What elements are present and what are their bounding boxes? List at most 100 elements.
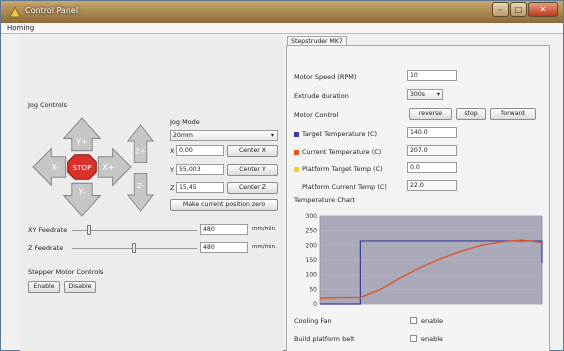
make-zero-button[interactable]: Make current position zero bbox=[170, 199, 278, 211]
title-bar[interactable]: Control Panel – □ ✕ bbox=[1, 1, 563, 23]
platform-current-field: 22.0 bbox=[407, 180, 457, 191]
jog-mode-select[interactable]: 20mm ▾ bbox=[170, 130, 278, 141]
maximize-button[interactable]: □ bbox=[510, 2, 527, 17]
reverse-button[interactable]: reverse bbox=[409, 108, 452, 120]
stepper-controls-label: Stepper Motor Controls bbox=[28, 268, 104, 276]
enable-button[interactable]: Enable bbox=[28, 281, 60, 293]
maximize-icon: □ bbox=[514, 5, 523, 14]
center-x-button[interactable]: Center X bbox=[227, 145, 278, 157]
chart-y-axis: 300 250 200 150 100 50 0 bbox=[306, 213, 318, 308]
stop-motor-button[interactable]: stop bbox=[456, 108, 486, 120]
z-position-field[interactable]: 15,45 bbox=[176, 182, 224, 193]
extrude-duration-label: Extrude duration bbox=[294, 92, 349, 100]
main-window: Control Panel – □ ✕ Homing Jog Controls … bbox=[0, 0, 564, 351]
app-icon bbox=[9, 6, 21, 18]
jog-mode-label: Jog Mode bbox=[170, 118, 200, 126]
chevron-down-icon: ▾ bbox=[436, 91, 440, 98]
minimize-icon: – bbox=[498, 5, 503, 14]
platform-target-swatch bbox=[294, 167, 299, 172]
disable-button[interactable]: Disable bbox=[64, 281, 96, 293]
z-minus-button[interactable]: Z- bbox=[127, 172, 154, 212]
y-minus-button[interactable]: Y- bbox=[62, 182, 102, 217]
current-temp-field: 207.0 bbox=[407, 145, 457, 156]
chevron-down-icon: ▾ bbox=[270, 132, 274, 139]
temperature-chart: 300 250 200 150 100 50 0 bbox=[306, 213, 543, 308]
target-temp-swatch bbox=[294, 132, 299, 137]
forward-button[interactable]: forward bbox=[490, 108, 536, 120]
extrude-duration-select[interactable]: 300s ▾ bbox=[407, 89, 443, 100]
build-platform-checkbox[interactable] bbox=[410, 335, 417, 342]
chart-y-tick-label: 250 bbox=[306, 228, 318, 235]
xy-feedrate-field[interactable]: 480 bbox=[200, 224, 248, 235]
homing-panel: Jog Controls Y+ Y- X- X+ STOP Z+ Z- Jog … bbox=[20, 36, 283, 351]
y-plus-button[interactable]: Y+ bbox=[62, 117, 102, 152]
chart-y-tick-label: 150 bbox=[306, 257, 318, 264]
window-title: Control Panel bbox=[25, 6, 79, 15]
motor-speed-field[interactable]: 10 bbox=[407, 70, 457, 81]
z-position-value: 15,45 bbox=[179, 184, 197, 191]
tab-bar: Homing bbox=[1, 23, 563, 34]
cooling-fan-checkbox[interactable] bbox=[410, 317, 417, 324]
current-temp-swatch bbox=[294, 150, 299, 155]
z-feedrate-value: 480 bbox=[203, 244, 215, 251]
x-minus-label: X- bbox=[51, 162, 59, 172]
xy-feedrate-label: XY Feedrate bbox=[28, 226, 68, 234]
xy-jog-pad: Y+ Y- X- X+ STOP bbox=[32, 117, 132, 217]
y-minus-label: Y- bbox=[78, 187, 86, 197]
z-minus-label: Z- bbox=[137, 181, 145, 190]
extrude-duration-value: 300s bbox=[410, 91, 426, 98]
tab-homing[interactable]: Homing bbox=[7, 24, 34, 32]
y-position-value: 55,003 bbox=[179, 166, 201, 173]
target-temp-field[interactable]: 140.0 bbox=[407, 127, 457, 138]
cooling-fan-check-label: enable bbox=[421, 317, 444, 325]
minimize-button[interactable]: – bbox=[492, 2, 509, 17]
center-z-button[interactable]: Center Z bbox=[227, 182, 278, 194]
platform-target-field[interactable]: 0.0 bbox=[407, 162, 457, 173]
z-jog-pad: Z+ Z- bbox=[127, 124, 154, 212]
chart-y-tick-label: 0 bbox=[313, 301, 317, 308]
cooling-fan-label: Cooling Fan bbox=[294, 317, 332, 325]
chart-y-tick-label: 50 bbox=[309, 286, 317, 293]
z-plus-label: Z+ bbox=[135, 147, 146, 156]
y-plus-label: Y+ bbox=[75, 137, 88, 147]
x-position-value: 0,00 bbox=[179, 147, 193, 154]
xy-feedrate-slider-handle[interactable] bbox=[87, 225, 91, 235]
jog-mode-value: 20mm bbox=[173, 132, 193, 139]
target-temp-label: Target Temperature (C) bbox=[302, 130, 378, 138]
x-plus-label: X+ bbox=[102, 162, 114, 172]
chart-y-tick-label: 300 bbox=[306, 213, 318, 220]
close-button[interactable]: ✕ bbox=[528, 2, 558, 17]
z-plus-button[interactable]: Z+ bbox=[127, 124, 154, 164]
x-minus-button[interactable]: X- bbox=[32, 147, 67, 187]
z-feedrate-label: Z Feedrate bbox=[28, 244, 64, 252]
center-y-button[interactable]: Center Y bbox=[227, 164, 278, 176]
stop-button[interactable]: STOP bbox=[67, 154, 97, 180]
stop-label: STOP bbox=[73, 163, 92, 172]
z-axis-label: Z bbox=[170, 184, 175, 192]
y-position-field[interactable]: 55,003 bbox=[176, 164, 224, 175]
z-feedrate-unit: mm/min. bbox=[252, 244, 277, 250]
z-feedrate-slider-handle[interactable] bbox=[132, 243, 136, 253]
xy-feedrate-value: 480 bbox=[203, 226, 215, 233]
target-temp-value: 140.0 bbox=[410, 129, 428, 136]
platform-current-value: 22.0 bbox=[410, 182, 424, 189]
chart-y-tick-label: 200 bbox=[306, 242, 318, 249]
build-platform-label: Build platform belt bbox=[294, 335, 355, 343]
z-feedrate-field[interactable]: 480 bbox=[200, 242, 248, 253]
platform-current-label: Platform Current Temp (C) bbox=[302, 183, 387, 191]
y-axis-label: Y bbox=[170, 166, 174, 174]
motor-speed-label: Motor Speed (RPM) bbox=[294, 73, 357, 81]
temperature-chart-label: Temperature Chart bbox=[294, 196, 356, 204]
motor-speed-value: 10 bbox=[410, 72, 418, 79]
chart-y-tick-label: 100 bbox=[306, 272, 318, 279]
close-icon: ✕ bbox=[539, 5, 547, 14]
x-axis-label: X bbox=[170, 147, 175, 155]
x-position-field[interactable]: 0,00 bbox=[176, 145, 224, 156]
build-platform-check-label: enable bbox=[421, 335, 444, 343]
platform-target-value: 0.0 bbox=[410, 164, 420, 171]
current-temp-label: Current Temperature (C) bbox=[302, 148, 382, 156]
jog-controls-label: Jog Controls bbox=[28, 101, 67, 109]
extruder-panel: Motor Speed (RPM) 10 Extrude duration 30… bbox=[286, 45, 550, 351]
xy-feedrate-unit: mm/min. bbox=[252, 226, 277, 232]
motor-control-label: Motor Control bbox=[294, 111, 339, 119]
